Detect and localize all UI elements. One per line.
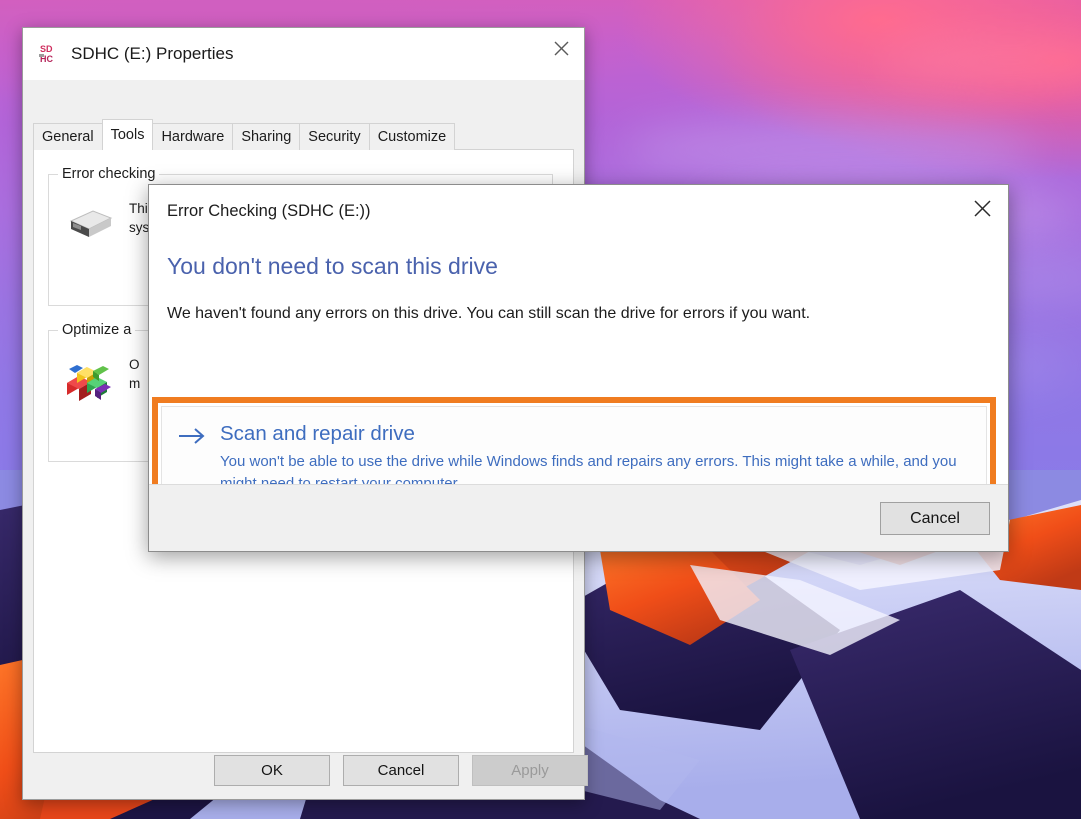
tab-general[interactable]: General	[33, 123, 103, 150]
dialog-cancel-button[interactable]: Cancel	[880, 502, 990, 535]
error-checking-body: You don't need to scan this drive We hav…	[149, 235, 1008, 531]
tab-security[interactable]: Security	[299, 123, 370, 150]
close-icon[interactable]	[956, 185, 1008, 231]
scan-and-repair-title: Scan and repair drive	[220, 422, 415, 445]
svg-text:SD: SD	[40, 44, 53, 54]
optimize-legend: Optimize a	[58, 322, 136, 338]
optimize-description-line1: O	[129, 357, 140, 372]
error-checking-title-bar: Error Checking (SDHC (E:))	[149, 185, 1008, 235]
properties-title-bar: SD HC SDHC (E:) Properties	[23, 28, 584, 80]
tab-customize[interactable]: Customize	[368, 123, 456, 150]
error-checking-dialog-title: Error Checking (SDHC (E:))	[167, 202, 371, 220]
properties-window-title: SDHC (E:) Properties	[71, 44, 234, 63]
tab-hardware[interactable]: Hardware	[152, 123, 234, 150]
error-checking-subtext: We haven't found any errors on this driv…	[167, 305, 811, 322]
apply-button[interactable]: Apply	[472, 755, 588, 786]
optimize-description: O m	[129, 355, 140, 403]
close-icon[interactable]	[538, 28, 584, 68]
hard-drive-icon	[63, 199, 115, 247]
optimize-description-line2: m	[129, 376, 141, 391]
tab-sharing[interactable]: Sharing	[232, 123, 301, 150]
cancel-button[interactable]: Cancel	[343, 755, 459, 786]
arrow-right-icon	[178, 421, 206, 450]
properties-tab-strip: General Tools Hardware Sharing Security …	[33, 119, 456, 150]
properties-button-bar: OK Cancel Apply	[23, 741, 588, 799]
defragment-icon	[63, 355, 115, 403]
ok-button[interactable]: OK	[214, 755, 330, 786]
wallpaper-cloud	[620, 120, 1040, 180]
error-checking-dialog: Error Checking (SDHC (E:)) You don't nee…	[148, 184, 1009, 552]
sdhc-card-icon: SD HC	[39, 42, 65, 66]
error-checking-footer: Cancel	[149, 484, 1008, 551]
error-checking-legend: Error checking	[58, 166, 160, 182]
tab-tools[interactable]: Tools	[101, 119, 154, 150]
error-checking-heading: You don't need to scan this drive	[167, 253, 498, 279]
